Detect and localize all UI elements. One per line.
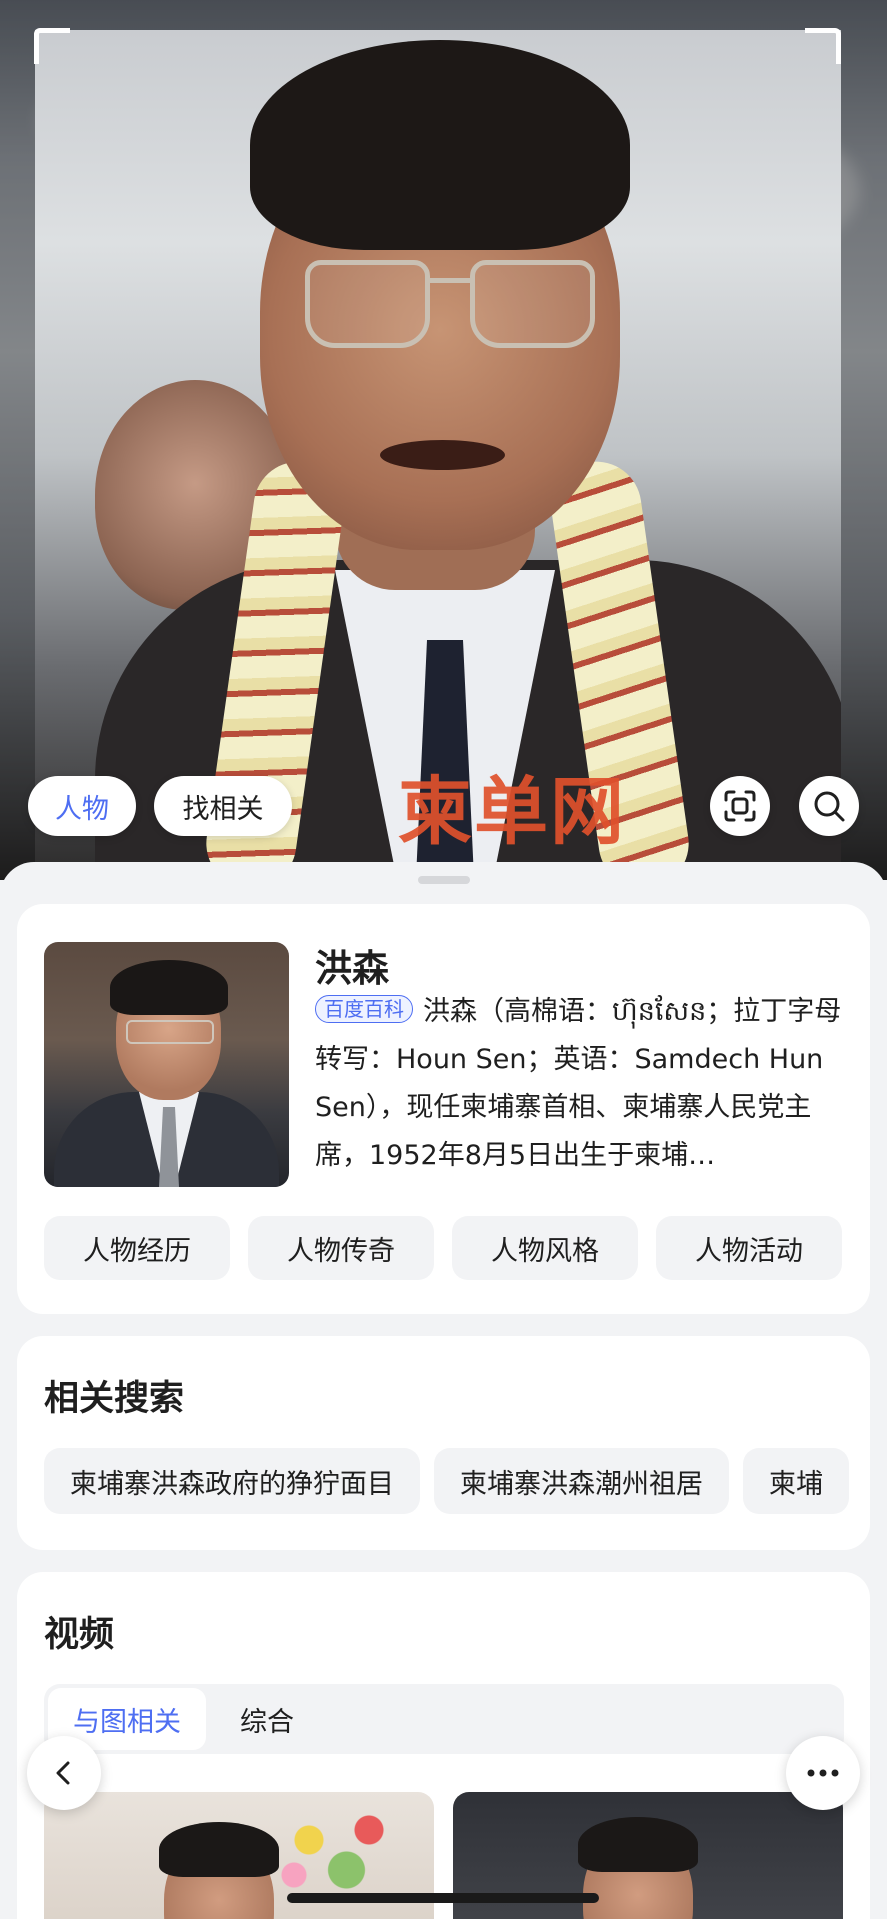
baike-title[interactable]: 洪森 (315, 938, 389, 992)
more-button[interactable] (786, 1736, 860, 1810)
video-card: 视频 与图相关 综合 (17, 1572, 870, 1919)
tag-experience[interactable]: 人物经历 (44, 1216, 230, 1280)
chip-find-related[interactable]: 找相关 (154, 776, 292, 836)
baike-description[interactable]: 百度百科 洪森（高棉语：ហ៊ុនសែន；拉丁字母转写：Houn Sen；英语：Sa… (315, 988, 845, 1180)
sheet-drag-handle[interactable] (418, 876, 470, 884)
more-horizontal-icon (807, 1769, 839, 1777)
chip-person[interactable]: 人物 (28, 776, 136, 836)
scan-icon (724, 790, 756, 822)
back-button[interactable] (27, 1736, 101, 1810)
result-photo: 柬单网 人物 找相关 (0, 0, 887, 880)
baike-source-badge: 百度百科 (315, 995, 413, 1023)
video-tabs: 与图相关 综合 (44, 1684, 844, 1754)
tag-style[interactable]: 人物风格 (452, 1216, 638, 1280)
home-indicator[interactable] (287, 1893, 599, 1903)
tag-activity[interactable]: 人物活动 (656, 1216, 842, 1280)
results-sheet[interactable]: 洪森 百度百科 洪森（高棉语：ហ៊ុនសែន；拉丁字母转写：Houn Sen；英语… (0, 862, 887, 1919)
photo-mouth (380, 440, 505, 470)
search-icon (814, 791, 845, 822)
photo-hair (250, 40, 630, 250)
baike-portrait[interactable] (44, 942, 289, 1187)
crop-corner-top-right[interactable] (805, 28, 841, 64)
tab-general[interactable]: 综合 (240, 1688, 294, 1750)
tag-legend[interactable]: 人物传奇 (248, 1216, 434, 1280)
related-search-item[interactable]: 柬埔寨洪森潮州祖居 (434, 1448, 729, 1514)
watermark-logo: 柬单网 (398, 769, 626, 855)
crop-corner-top-left[interactable] (34, 28, 70, 64)
chevron-left-icon (56, 1761, 70, 1785)
related-search-list[interactable]: 柬埔寨洪森政府的狰狞面目 柬埔寨洪森潮州祖居 柬埔 (44, 1448, 870, 1514)
related-search-item[interactable]: 柬埔 (743, 1448, 849, 1514)
photo-glasses (305, 260, 595, 350)
search-button[interactable] (799, 776, 859, 836)
related-search-item[interactable]: 柬埔寨洪森政府的狰狞面目 (44, 1448, 420, 1514)
baike-card[interactable]: 洪森 百度百科 洪森（高棉语：ហ៊ុនសែន；拉丁字母转写：Houn Sen；英语… (17, 904, 870, 1314)
related-search-title: 相关搜索 (44, 1379, 185, 1419)
video-title: 视频 (44, 1615, 115, 1655)
scan-button[interactable] (710, 776, 770, 836)
related-search-card: 相关搜索 柬埔寨洪森政府的狰狞面目 柬埔寨洪森潮州祖居 柬埔 (17, 1336, 870, 1550)
